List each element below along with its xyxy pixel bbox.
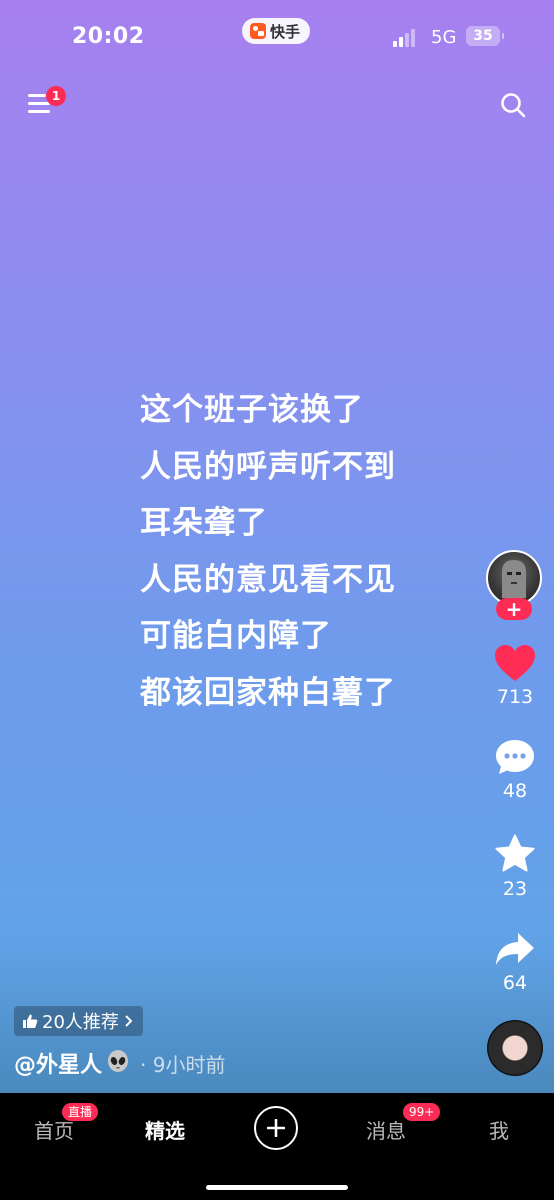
- app-name: 快手: [270, 22, 301, 41]
- thumbs-up-icon: [23, 1014, 38, 1028]
- alien-icon: [106, 1049, 130, 1077]
- star-icon: [495, 834, 535, 872]
- search-icon[interactable]: [500, 92, 526, 118]
- plus-icon: +: [505, 597, 523, 621]
- favorite-button[interactable]: 23: [484, 834, 546, 900]
- tab-me[interactable]: 我: [489, 1115, 509, 1144]
- messages-badge: 99+: [403, 1103, 441, 1121]
- post-text-line: 这个班子该换了: [140, 392, 364, 428]
- post-text-line: 都该回家种白薯了: [140, 674, 396, 711]
- comment-count: 48: [502, 780, 528, 802]
- like-count: 713: [496, 686, 534, 708]
- post-text-line: 人民的意见看不见: [140, 561, 396, 598]
- kuaishou-logo-icon: [250, 23, 266, 39]
- post-text: 这个班子该换了 人民的呼声听不到 耳朵聋了 人民的意见看不见 可能白内障了 都该…: [140, 382, 396, 721]
- plus-icon: [267, 1119, 285, 1137]
- live-badge: 直播: [62, 1103, 99, 1121]
- post-text-line: 耳朵聋了: [140, 505, 268, 541]
- status-time: 20:02: [72, 24, 145, 49]
- battery-indicator: 35: [466, 26, 504, 46]
- share-count: 64: [502, 972, 528, 994]
- signal-strength-icon: [393, 27, 415, 47]
- chevron-right-icon: [125, 1015, 133, 1027]
- post-text-line: 人民的呼声听不到: [140, 448, 396, 485]
- post-time: · 9小时前: [140, 1052, 226, 1077]
- tab-featured[interactable]: 精选: [145, 1115, 185, 1144]
- share-arrow-icon: [496, 933, 534, 965]
- post-text-line: 可能白内障了: [140, 618, 332, 654]
- menu-notification-badge: 1: [46, 86, 66, 106]
- comment-icon: [496, 740, 534, 774]
- tab-messages[interactable]: 消息: [366, 1115, 406, 1144]
- app-indicator-pill: 快手: [242, 18, 311, 44]
- comment-button[interactable]: 48: [484, 738, 546, 802]
- recommend-pill[interactable]: 20人推荐: [14, 1006, 143, 1036]
- menu-line-icon: [28, 94, 46, 97]
- battery-level: 35: [473, 28, 493, 44]
- heart-icon: [495, 645, 535, 681]
- menu-line-icon: [28, 102, 50, 105]
- music-disc-icon[interactable]: [487, 1020, 543, 1076]
- share-button[interactable]: 64: [484, 930, 546, 994]
- create-post-button[interactable]: [254, 1106, 298, 1150]
- menu-line-icon: [28, 110, 50, 113]
- network-type: 5G: [431, 27, 457, 48]
- home-indicator[interactable]: [206, 1185, 348, 1190]
- author-name[interactable]: @外星人: [14, 1047, 102, 1079]
- recommend-text: 20人推荐: [42, 1012, 119, 1033]
- favorite-count: 23: [502, 878, 528, 900]
- author-line: @外星人 · 9小时前: [14, 1047, 225, 1079]
- like-button[interactable]: 713: [484, 644, 546, 708]
- follow-button[interactable]: +: [496, 598, 532, 620]
